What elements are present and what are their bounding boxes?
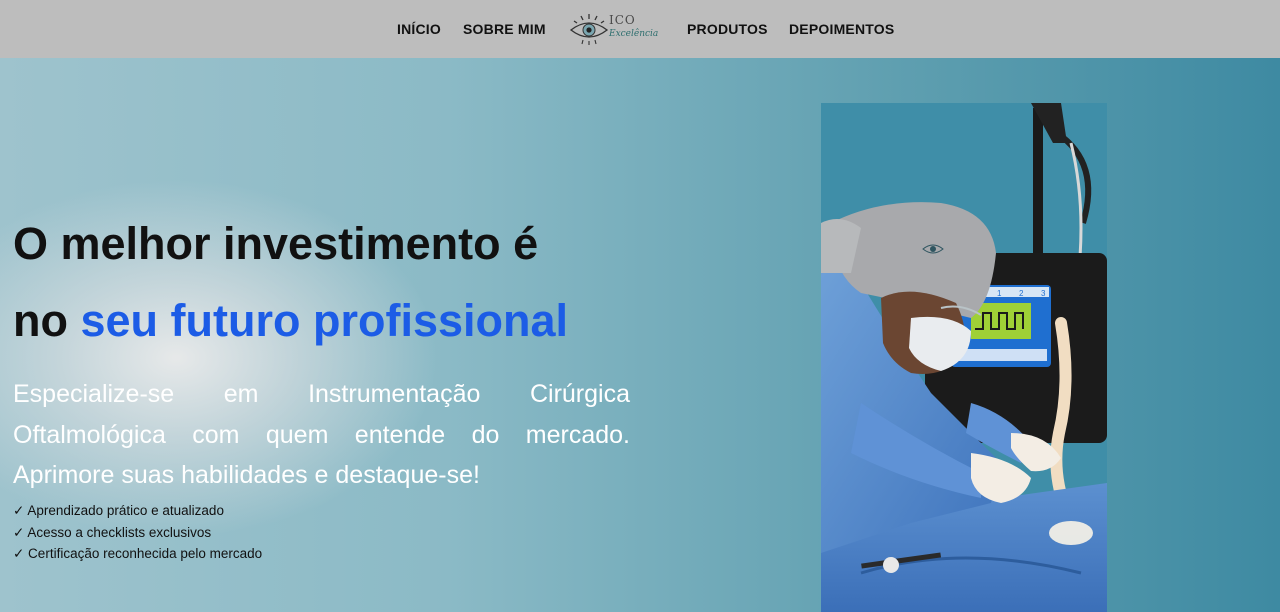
monitor-tab-3: 3 [1041, 289, 1046, 298]
headline-prefix: no [13, 295, 81, 346]
hero-headline-line2: no seu futuro profissional [13, 295, 568, 347]
monitor-tab-1: 1 [997, 289, 1002, 298]
hero-section: O melhor investimento é no seu futuro pr… [0, 58, 1280, 612]
hero-subtext: Especialize-se em Instrumentação Cirúrgi… [13, 380, 630, 489]
nav-link-sobre-mim[interactable]: SOBRE MIM [463, 21, 546, 37]
logo-subtext: Excelência [609, 29, 659, 39]
nav-link-inicio[interactable]: INÍCIO [397, 21, 441, 37]
top-navigation: INÍCIO SOBRE MIM ICO Excelência PRODUTOS… [0, 0, 1280, 58]
hero-headline-line1: O melhor investimento é [13, 218, 539, 269]
monitor-tab-2: 2 [1019, 289, 1024, 298]
logo-text: ICO [609, 13, 636, 27]
benefits-list: ✓ Aprendizado prático e atualizado ✓ Ace… [13, 500, 262, 565]
benefit-item: ✓ Acesso a checklists exclusivos [13, 524, 212, 540]
brand-logo[interactable]: ICO Excelência [569, 9, 658, 49]
benefit-item: ✓ Certificação reconhecida pelo mercado [13, 546, 263, 561]
nav-link-depoimentos[interactable]: DEPOIMENTOS [789, 21, 894, 37]
surgeon-photo: 1 2 3 [821, 103, 1107, 612]
benefit-item: ✓ Aprendizado prático e atualizado [13, 503, 224, 518]
headline-accent: seu futuro profissional [80, 295, 569, 346]
eye-icon [569, 14, 609, 45]
nav-link-produtos[interactable]: PRODUTOS [687, 21, 768, 37]
